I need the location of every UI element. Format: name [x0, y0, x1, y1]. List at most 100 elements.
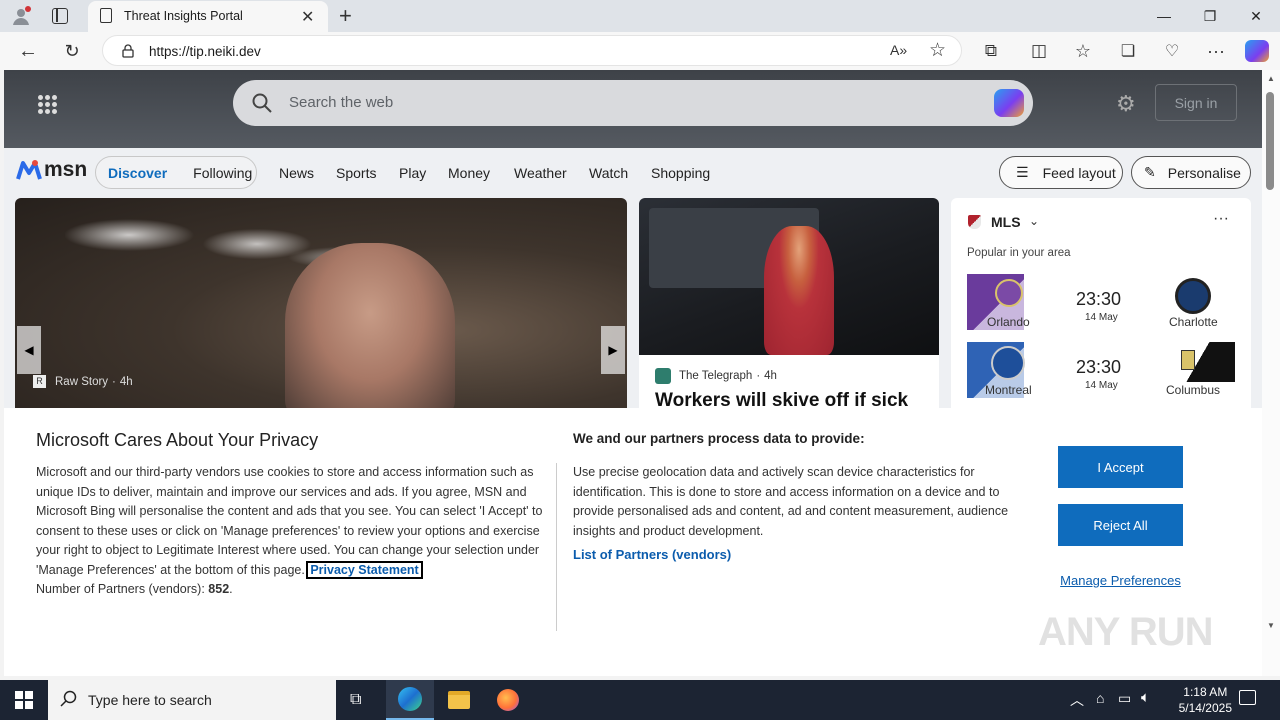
split-screen-icon[interactable]: ◫ [1028, 40, 1050, 62]
nav-news[interactable]: News [279, 165, 314, 181]
close-window-icon[interactable]: ✕ [1233, 4, 1279, 28]
search-placeholder: Search the web [289, 94, 394, 111]
period: . [229, 582, 233, 596]
match-date: 14 May [1085, 312, 1118, 323]
home-team: Orlando [987, 315, 1030, 329]
copilot-search-icon[interactable] [994, 89, 1024, 117]
mls-subtitle: Popular in your area [967, 247, 1071, 259]
close-tab-icon[interactable]: ✕ [301, 7, 314, 27]
msn-brand-text: msn [44, 158, 88, 181]
data-purpose-body: Use precise geolocation data and activel… [573, 465, 1009, 538]
start-windows-icon[interactable] [15, 691, 33, 709]
copilot-icon[interactable] [1245, 40, 1269, 62]
tab-active[interactable]: Threat Insights Portal ✕ [88, 1, 328, 32]
raw-story-logo-icon: R [33, 375, 46, 388]
collections-icon[interactable]: ❏ [1117, 40, 1139, 62]
separator-dot: · [112, 375, 116, 388]
lock-icon[interactable] [122, 44, 134, 58]
hero-source-age: 4h [119, 375, 133, 388]
nav-money[interactable]: Money [448, 165, 490, 181]
nav-play[interactable]: Play [399, 165, 426, 181]
feed-layout-label: Feed layout [1042, 164, 1116, 181]
feed-layout-button[interactable]: ☰ Feed layout [999, 156, 1123, 189]
browser-toolbar: ← ↻ https://tip.neiki.dev A» ☆ ⧉ ◫ ☆ ❏ ♡… [0, 32, 1280, 70]
firefox-icon[interactable] [497, 689, 519, 711]
address-bar[interactable]: https://tip.neiki.dev A» ☆ [102, 35, 962, 66]
app-launcher-icon[interactable] [38, 95, 58, 115]
manage-preferences-link[interactable]: Manage Preferences [1058, 573, 1183, 588]
web-search-box[interactable]: Search the web [233, 80, 1033, 126]
favorite-star-icon[interactable]: ☆ [929, 39, 946, 62]
partners-count: 852 [208, 582, 230, 596]
more-menu-icon[interactable]: ··· [1205, 40, 1227, 62]
network-icon[interactable]: ⌂ [1096, 690, 1104, 706]
privacy-consent-banner: Microsoft Cares About Your Privacy Micro… [4, 408, 1262, 676]
system-clock[interactable]: 1:18 AM 5/14/2025 [1179, 684, 1232, 716]
refresh-icon[interactable]: ↻ [61, 40, 83, 62]
task-view-icon[interactable]: ⧉ [350, 691, 361, 709]
restore-icon[interactable]: ❐ [1187, 4, 1233, 28]
msn-logo[interactable]: msn [16, 157, 87, 183]
scroll-down-arrow-icon[interactable]: ▼ [1267, 621, 1275, 630]
page-icon [100, 8, 112, 23]
browser-essentials-icon[interactable]: ♡ [1161, 40, 1183, 62]
nav-weather[interactable]: Weather [514, 165, 567, 181]
mls-league-label[interactable]: MLS [991, 214, 1021, 230]
match-date: 14 May [1085, 380, 1118, 391]
charlotte-crest-icon [1175, 278, 1211, 314]
sliders-icon: ☰ [1016, 164, 1029, 180]
news-card-telegraph[interactable]: The Telegraph · 4h Workers will skive of… [639, 198, 939, 418]
settings-gear-icon[interactable]: ⚙ [1116, 91, 1136, 117]
columbus-crest-icon [1181, 350, 1195, 370]
personalise-button[interactable]: ✎ Personalise [1131, 156, 1251, 189]
file-explorer-icon[interactable] [448, 691, 470, 709]
reject-all-button[interactable]: Reject All [1058, 504, 1183, 546]
taskbar-search[interactable]: Type here to search [48, 680, 336, 720]
chevron-down-icon[interactable]: ⌄ [1029, 214, 1039, 228]
mls-shield-icon [968, 215, 981, 229]
partners-list-link[interactable]: List of Partners (vendors) [573, 547, 731, 562]
edge-taskbar-icon[interactable] [386, 680, 434, 720]
accept-button[interactable]: I Accept [1058, 446, 1183, 488]
data-purpose-title: We and our partners process data to prov… [573, 431, 865, 446]
carousel-prev-button[interactable]: ◀ [17, 326, 41, 374]
scroll-thumb[interactable] [1266, 92, 1274, 190]
volume-icon[interactable]: 🔈︎ [1141, 689, 1150, 706]
tab-discover[interactable]: Discover [108, 165, 167, 181]
show-hidden-icons-icon[interactable]: ︿ [1070, 690, 1084, 710]
nav-shopping[interactable]: Shopping [651, 165, 710, 181]
personalise-icon: ✎ [1144, 164, 1156, 180]
extensions-icon[interactable]: ⧉ [980, 40, 1002, 62]
privacy-statement-link[interactable]: Privacy Statement [306, 560, 423, 579]
minimize-icon[interactable]: — [1141, 4, 1187, 28]
more-options-icon[interactable]: ··· [1213, 210, 1229, 228]
hero-story-card[interactable]: ◀ ▶ R Raw Story · 4h [15, 198, 627, 418]
discover-following-toggle: Discover Following [95, 156, 257, 189]
search-icon [251, 92, 273, 119]
nav-watch[interactable]: Watch [589, 165, 628, 181]
scroll-up-arrow-icon[interactable]: ▲ [1267, 74, 1275, 83]
nav-sports[interactable]: Sports [336, 165, 376, 181]
card-source-age: 4h [764, 370, 777, 382]
orlando-crest-icon [995, 279, 1023, 307]
away-team: Charlotte [1169, 315, 1218, 329]
sign-in-button[interactable]: Sign in [1155, 84, 1237, 121]
carousel-next-button[interactable]: ▶ [601, 326, 625, 374]
profile-icon[interactable] [11, 6, 31, 26]
page-scrollbar[interactable]: ▲ ▼ [1262, 70, 1280, 676]
tab-following[interactable]: Following [193, 165, 252, 181]
tab-actions-icon[interactable] [52, 8, 68, 24]
privacy-body: Microsoft and our third-party vendors us… [36, 463, 544, 600]
new-tab-icon[interactable]: + [339, 3, 352, 29]
notification-icon[interactable] [1239, 690, 1256, 705]
read-aloud-icon[interactable]: A» [890, 42, 907, 58]
url-text[interactable]: https://tip.neiki.dev [149, 44, 261, 59]
match-row[interactable]: Montreal 23:30 14 May Columbus [967, 342, 1235, 400]
match-row[interactable]: Orlando 23:30 14 May Charlotte [967, 274, 1235, 332]
back-icon[interactable]: ← [17, 40, 39, 62]
mls-widget: MLS ⌄ ··· Popular in your area Orlando 2… [951, 198, 1251, 418]
montreal-crest-icon [991, 346, 1025, 380]
ethernet-icon[interactable]: ▭ [1118, 690, 1131, 707]
match-time: 23:30 [1076, 357, 1122, 377]
favorites-icon[interactable]: ☆ [1072, 40, 1094, 62]
